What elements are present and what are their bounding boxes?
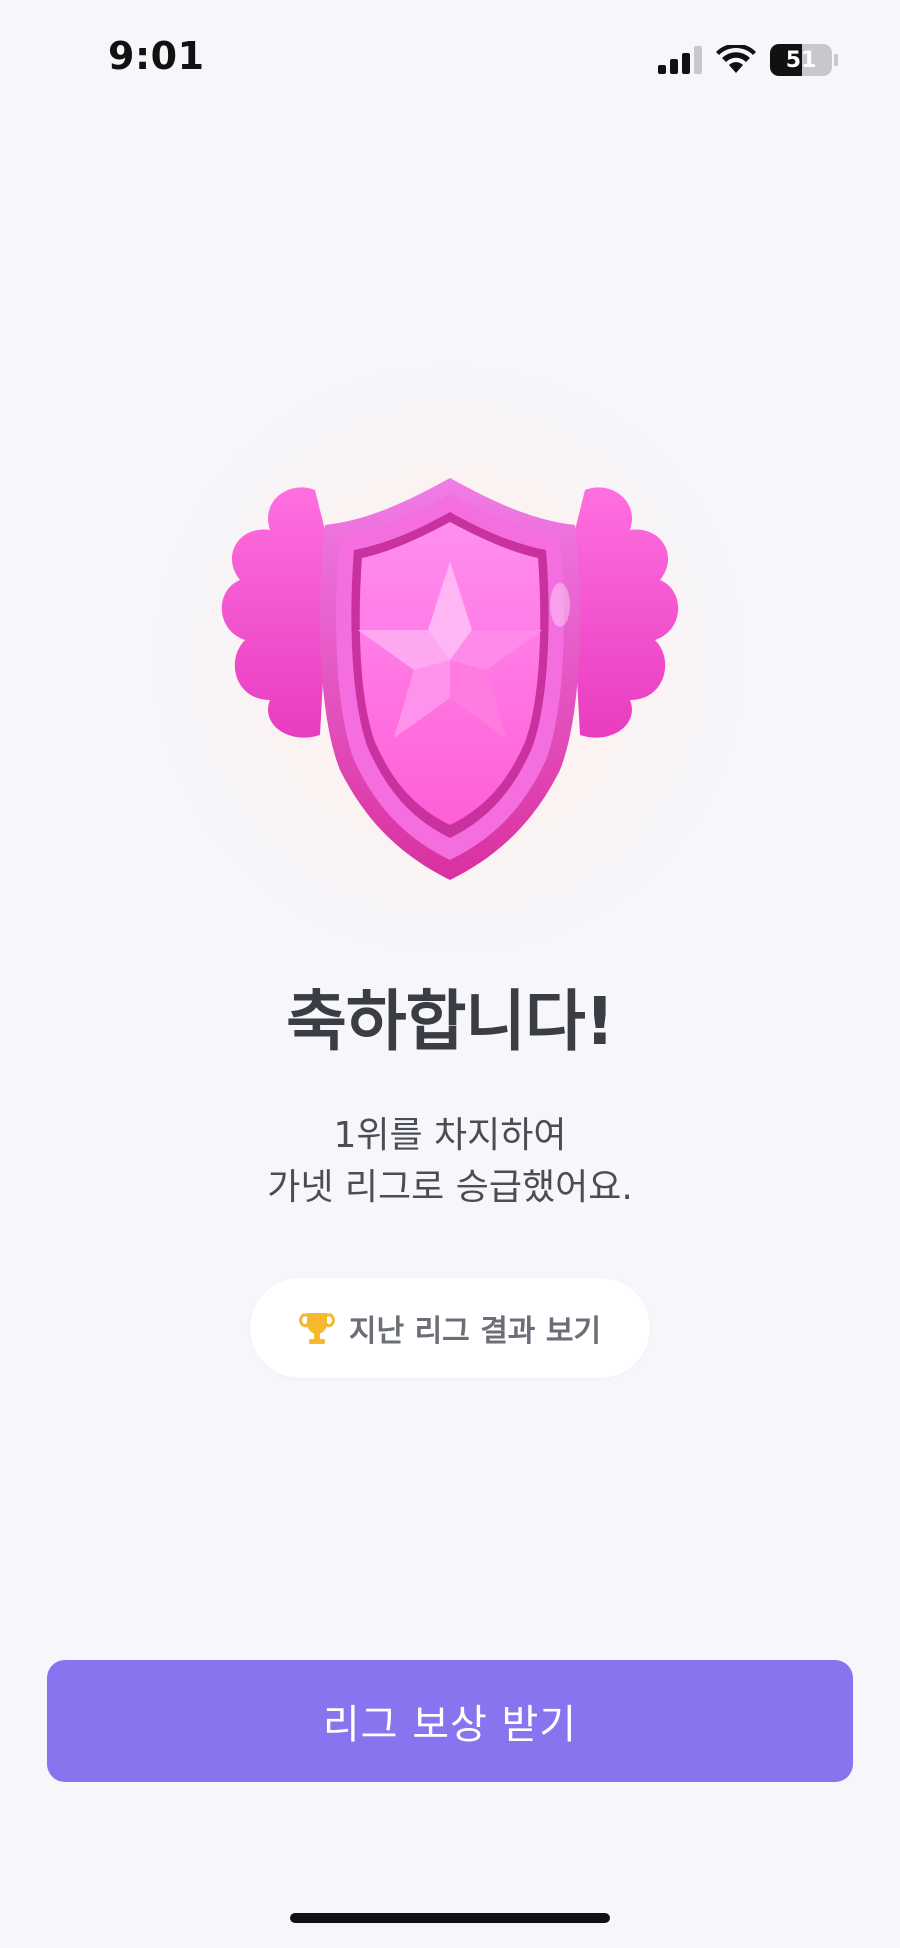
cellular-signal-icon xyxy=(658,46,702,74)
right-wing xyxy=(570,487,679,738)
claim-league-reward-label: 리그 보상 받기 xyxy=(322,1702,578,1748)
status-time: 9:01 xyxy=(108,34,205,78)
claim-league-reward-button[interactable]: 리그 보상 받기 xyxy=(47,1660,853,1782)
status-icons: 51 xyxy=(658,40,838,80)
previous-league-results-label: 지난 리그 결과 보기 xyxy=(348,1314,602,1349)
previous-league-results-button[interactable]: 지난 리그 결과 보기 xyxy=(250,1278,650,1378)
home-indicator[interactable] xyxy=(290,1913,610,1923)
promotion-message-line-1: 1위를 차지하여 xyxy=(333,1115,567,1156)
trophy-icon xyxy=(299,1313,335,1344)
status-bar: 9:01 51 xyxy=(0,0,900,120)
left-wing xyxy=(221,487,330,738)
wifi-icon xyxy=(716,45,756,73)
battery-icon: 51 xyxy=(770,44,832,76)
congrats-title: 축하합니다! xyxy=(286,983,615,1060)
promotion-message: 1위를 차지하여 가넷 리그로 승급했어요. xyxy=(0,1110,900,1214)
promotion-message-line-2: 가넷 리그로 승급했어요. xyxy=(267,1167,633,1208)
shield-star-badge-icon xyxy=(221,478,679,880)
battery-percent: 51 xyxy=(785,47,817,73)
battery-nub xyxy=(834,54,838,66)
